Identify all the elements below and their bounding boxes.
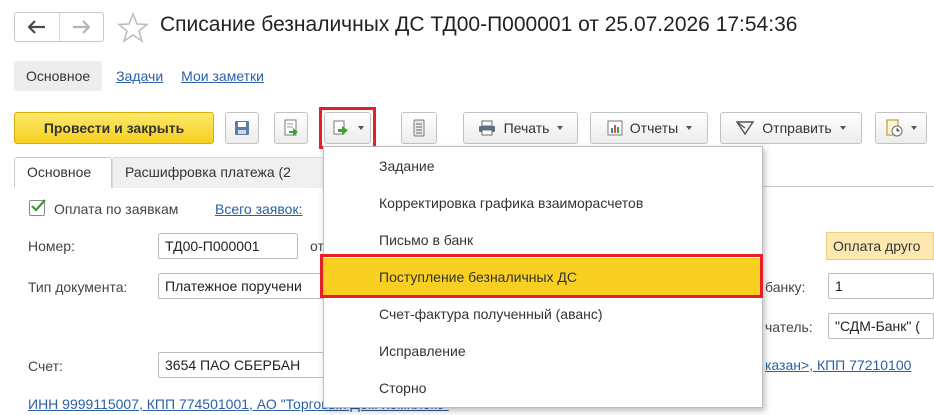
tab-main[interactable]: Основное [14, 157, 112, 188]
menu-item-bank-letter[interactable]: Письмо в банк [324, 221, 762, 258]
date-label: от [310, 238, 324, 254]
forward-button[interactable] [58, 13, 103, 41]
structure-button[interactable] [401, 112, 437, 144]
menu-item-schedule-adjustment[interactable]: Корректировка графика взаиморасчетов [324, 184, 762, 221]
account-field[interactable]: 3654 ПАО СБЕРБАН [158, 352, 328, 378]
star-icon [116, 11, 150, 43]
reports-button[interactable]: Отчеты [590, 112, 708, 144]
page-title: Списание безналичных ДС ТД00-П000001 от … [160, 13, 798, 36]
post-document-icon [284, 119, 298, 136]
account-label: Счет: [28, 358, 63, 374]
favorite-button[interactable] [116, 11, 150, 45]
document-clock-icon [886, 119, 903, 137]
recipient-field[interactable]: "СДМ-Банк" ( [828, 313, 934, 339]
pay-by-requests-checkbox[interactable] [29, 199, 46, 216]
history-nav [14, 12, 104, 42]
arrow-left-icon [27, 20, 45, 34]
send-button[interactable]: Отправить [720, 112, 862, 144]
post-button[interactable] [274, 112, 308, 144]
number-label: Номер: [28, 238, 75, 254]
chevron-down-icon [911, 126, 917, 130]
section-nav: Основное Задачи Мои заметки [14, 60, 268, 92]
section-main[interactable]: Основное [14, 61, 103, 91]
menu-item-reversal[interactable]: Сторно [324, 369, 762, 406]
chevron-down-icon [557, 126, 564, 130]
printer-icon [478, 120, 495, 136]
operation-badge[interactable]: Оплата друго [826, 232, 934, 260]
list-icon [413, 119, 425, 137]
reports-icon [607, 120, 623, 136]
pay-by-requests-label: Оплата по заявкам [54, 201, 179, 217]
section-tasks-link[interactable]: Задачи [112, 61, 167, 91]
reports-label: Отчеты [629, 120, 679, 136]
doc-type-label: Тип документа: [28, 279, 128, 295]
create-based-on-highlight [319, 107, 376, 149]
section-notes-link[interactable]: Мои заметки [177, 61, 268, 91]
print-label: Печать [503, 120, 550, 136]
send-label: Отправить [762, 120, 832, 136]
send-icon [736, 121, 755, 136]
menu-item-correction[interactable]: Исправление [324, 332, 762, 369]
bank-field[interactable]: 1 [828, 273, 934, 299]
floppy-icon [235, 121, 249, 135]
chevron-down-icon [686, 126, 693, 130]
bank-label: банку: [765, 279, 806, 295]
menu-item-advance-invoice[interactable]: Счет-фактура полученный (аванс) [324, 295, 762, 332]
menu-item-task[interactable]: Задание [324, 147, 762, 184]
post-and-close-button[interactable]: Провести и закрыть [14, 112, 214, 144]
number-field[interactable]: ТД00-П000001 [158, 233, 298, 259]
selected-item-highlight [320, 254, 763, 298]
checkmark-icon [31, 199, 46, 212]
recipient-label: чатель: [765, 319, 813, 335]
print-button[interactable]: Печать [463, 112, 578, 144]
counterparty-account-link[interactable]: казан>, КПП 77210100 [765, 357, 934, 373]
chevron-down-icon [839, 126, 846, 130]
tab-payment-details[interactable]: Расшифровка платежа (2 [112, 157, 332, 188]
arrow-right-icon [73, 20, 91, 34]
more-actions-button[interactable] [875, 112, 927, 144]
back-button[interactable] [15, 13, 59, 41]
save-button[interactable] [225, 112, 259, 144]
doc-type-field[interactable]: Платежное поручени [158, 273, 328, 299]
all-requests-link[interactable]: Всего заявок: [215, 201, 302, 217]
